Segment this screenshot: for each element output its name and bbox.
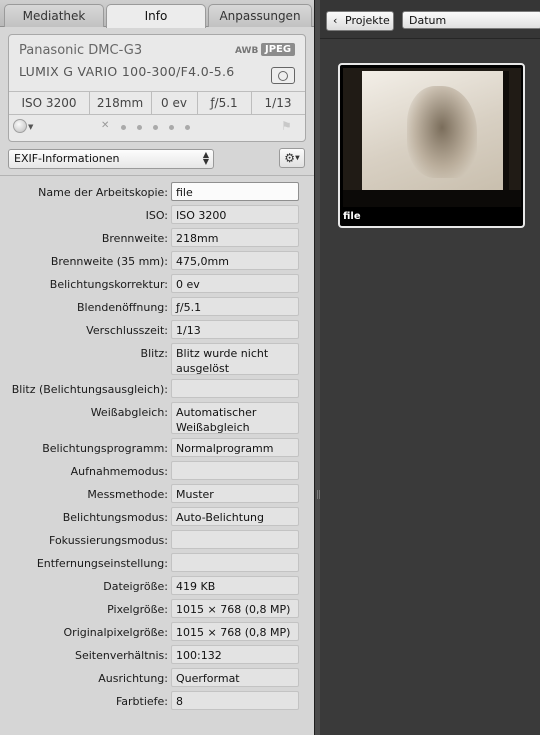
file-format-badge: JPEG xyxy=(261,43,296,56)
metadata-label: Aufnahmemodus: xyxy=(70,465,168,478)
photo-browser: ‹ Projekte Datum file xyxy=(320,0,540,735)
metadata-label: Belichtungskorrektur: xyxy=(49,278,168,291)
exposure-iso: ISO 3200 xyxy=(9,92,90,114)
tab-adjustments[interactable]: Anpassungen xyxy=(208,4,312,27)
metadata-value: 475,0mm xyxy=(171,251,299,270)
metadata-value: Blitz wurde nicht ausgelöst xyxy=(171,343,299,375)
camera-icon xyxy=(271,67,295,84)
metadata-value: 8 xyxy=(171,691,299,710)
metadata-label: Farbtiefe: xyxy=(115,695,168,708)
rating-row: ▼ ✕ ⚑ xyxy=(9,115,305,139)
exposure-focal-length: 218mm xyxy=(89,92,152,114)
metadata-label: ISO: xyxy=(145,209,168,222)
metadata-label: Belichtungsmodus: xyxy=(62,511,168,524)
metadata-view-select[interactable]: EXIF-Informationen ▲ ▼ xyxy=(8,149,214,169)
metadata-label: Belichtungsprogramm: xyxy=(42,442,168,455)
metadata-value: ƒ/5.1 xyxy=(171,297,299,316)
select-arrows-icon: ▲ ▼ xyxy=(202,150,209,166)
metadata-label: Brennweite: xyxy=(101,232,168,245)
metadata-label: Fokussierungsmodus: xyxy=(49,534,168,547)
metadata-label: Name der Arbeitskopie: xyxy=(38,186,168,199)
metadata-label: Blitz: xyxy=(140,347,168,360)
browser-toolbar: ‹ Projekte Datum xyxy=(320,0,540,39)
metadata-value: 0 ev xyxy=(171,274,299,293)
back-button-label: Projekte xyxy=(345,14,390,27)
lens-model: LUMIX G VARIO 100-300/F4.0-5.6 xyxy=(19,64,235,79)
sort-select[interactable]: Datum xyxy=(402,11,540,29)
metadata-value: 100:132 xyxy=(171,645,299,664)
metadata-value xyxy=(171,379,299,398)
back-to-projects-button[interactable]: ‹ Projekte xyxy=(326,11,394,31)
metadata-value: 419 KB xyxy=(171,576,299,595)
metadata-value: ISO 3200 xyxy=(171,205,299,224)
metadata-value xyxy=(171,461,299,480)
awb-badge: AWB xyxy=(235,46,259,56)
metadata-label: Originalpixelgröße: xyxy=(63,626,168,639)
metadata-label: Pixelgröße: xyxy=(107,603,168,616)
metadata-value: 1/13 xyxy=(171,320,299,339)
chevron-down-icon[interactable]: ▼ xyxy=(28,123,33,131)
tab-library[interactable]: Mediathek xyxy=(4,4,104,27)
reject-icon[interactable]: ✕ xyxy=(101,120,109,131)
exposure-aperture: ƒ/5.1 xyxy=(197,92,252,114)
metadata-label: Seitenverhältnis: xyxy=(74,649,168,662)
metadata-label: Blitz (Belichtungsausgleich): xyxy=(11,383,168,396)
metadata-value: Auto-Belichtung xyxy=(171,507,299,526)
tab-info[interactable]: Info xyxy=(106,4,206,28)
exposure-shutter: 1/13 xyxy=(264,96,292,110)
version-name-field[interactable]: file xyxy=(171,182,299,201)
rating-dot-2[interactable] xyxy=(137,125,142,130)
metadata-value: 1015 × 768 (0,8 MP) xyxy=(171,622,299,641)
metadata-value xyxy=(171,553,299,572)
metadata-label: Blendenöffnung: xyxy=(77,301,168,314)
color-label-icon[interactable] xyxy=(13,119,27,133)
metadata-value: 1015 × 768 (0,8 MP) xyxy=(171,599,299,618)
camera-info-panel: Panasonic DMC-G3 LUMIX G VARIO 100-300/F… xyxy=(8,34,306,142)
rating-dot-4[interactable] xyxy=(169,125,174,130)
gear-icon: ⚙ xyxy=(284,151,296,165)
photo-thumbnail[interactable]: file xyxy=(338,63,525,228)
metadata-value: Muster xyxy=(171,484,299,503)
flag-icon[interactable]: ⚑ xyxy=(281,119,292,133)
rating-dot-5[interactable] xyxy=(185,125,190,130)
metadata-label: Weißabgleich: xyxy=(90,406,168,419)
metadata-value xyxy=(171,530,299,549)
metadata-value: Normalprogramm xyxy=(171,438,299,457)
chevron-left-icon: ‹ xyxy=(333,14,338,27)
rating-dot-3[interactable] xyxy=(153,125,158,130)
metadata-label: Brennweite (35 mm): xyxy=(50,255,168,268)
metadata-label: Ausrichtung: xyxy=(98,672,168,685)
exposure-strip: ISO 3200 218mm 0 ev ƒ/5.1 1/13 xyxy=(9,91,305,115)
metadata-label: Verschlusszeit: xyxy=(86,324,168,337)
rating-dot-1[interactable] xyxy=(121,125,126,130)
thumbnail-image xyxy=(343,68,521,207)
exposure-compensation: 0 ev xyxy=(151,92,198,114)
thumbnail-sill xyxy=(343,190,521,207)
metadata-label: Dateigröße: xyxy=(103,580,168,593)
chevron-down-icon: ▼ xyxy=(295,154,300,162)
inspector-panel: Mediathek Anpassungen Info Panasonic DMC… xyxy=(0,0,314,735)
metadata-value: Automatischer Weißabgleich xyxy=(171,402,299,434)
action-menu-button[interactable]: ⚙▼ xyxy=(279,148,305,168)
metadata-label: Entfernungseinstellung: xyxy=(36,557,168,570)
metadata-value: Querformat xyxy=(171,668,299,687)
inspector-tabs: Mediathek Anpassungen Info xyxy=(0,0,314,28)
thumbnail-shadow xyxy=(407,86,477,178)
camera-model: Panasonic DMC-G3 xyxy=(19,43,143,58)
divider xyxy=(0,175,314,176)
metadata-value: 218mm xyxy=(171,228,299,247)
metadata-label: Messmethode: xyxy=(87,488,168,501)
thumbnail-caption: file xyxy=(343,211,361,222)
metadata-view-label: EXIF-Informationen xyxy=(14,152,120,165)
